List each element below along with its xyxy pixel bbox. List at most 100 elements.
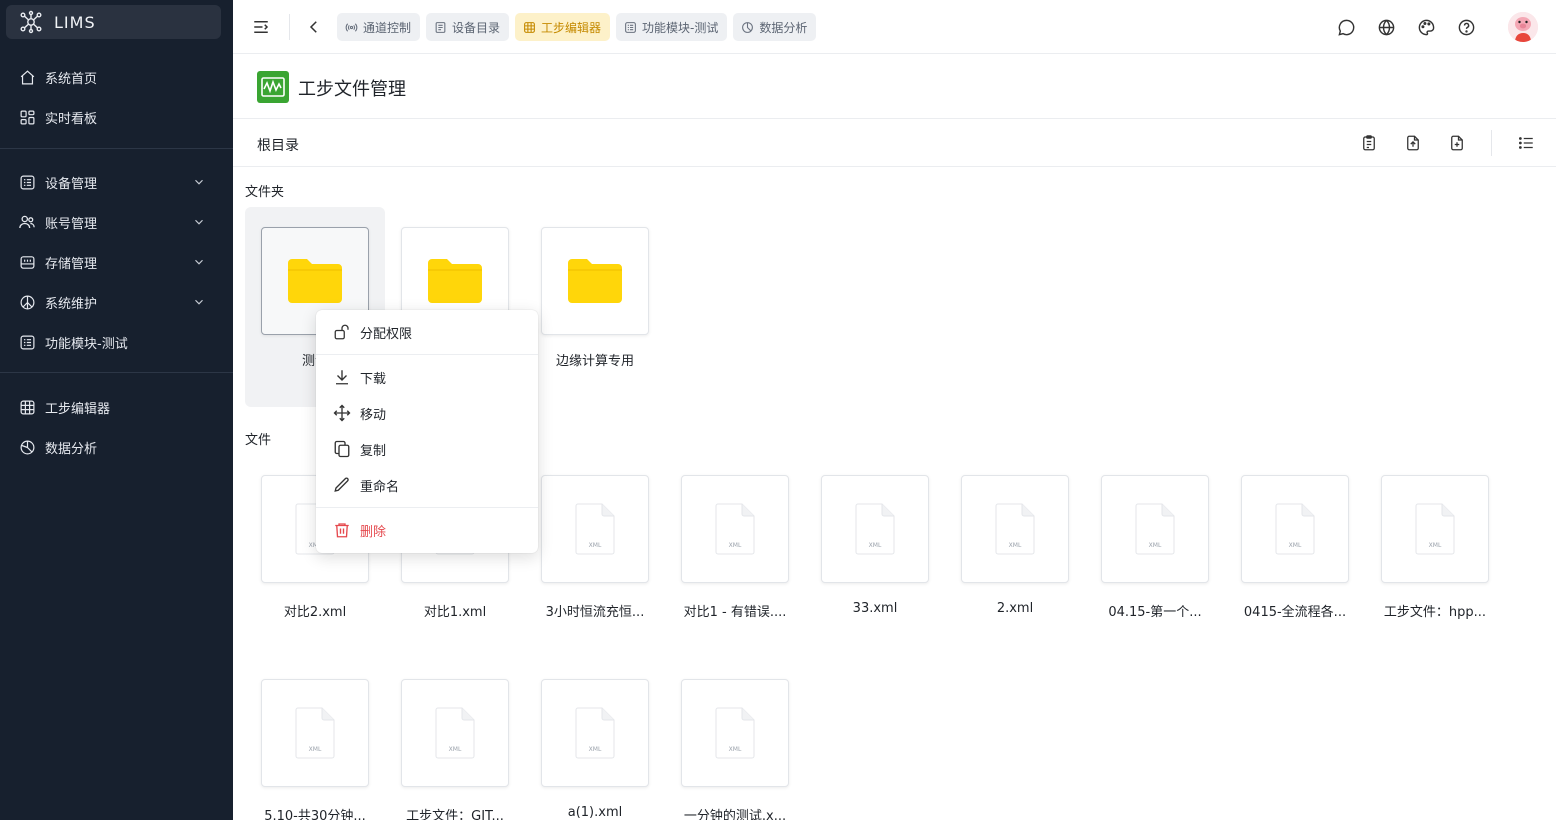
toolbar-divider [1491,130,1492,156]
file-item[interactable]: XML 0415-全流程各... [1225,475,1365,635]
sidebar-item-dashboard[interactable]: 实时看板 [0,97,233,137]
xml-file-icon: XML [1134,503,1176,555]
file-type-label: XML [588,746,602,753]
message-icon[interactable] [1335,16,1357,38]
folders-section-label: 文件夹 [245,185,285,200]
module-icon [624,21,637,34]
file-item[interactable]: XML 工步文件：GIT... [385,679,525,820]
file-item[interactable]: XML 33.xml [805,475,945,635]
chevron-down-icon [195,259,203,265]
file-type-label: XML [1148,542,1162,549]
file-thumbnail: XML [541,475,649,583]
globe-icon[interactable] [1375,16,1397,38]
upload-file-icon[interactable] [1402,132,1424,154]
sidebar-item-data-analysis[interactable]: 数据分析 [0,427,233,467]
file-name: 2.xml [996,601,1034,616]
sidebar-item-account-management[interactable]: 账号管理 [0,202,233,242]
tab-label: 功能模块-测试 [642,20,719,35]
top-bar: 通道控制 设备目录 工步编辑器 功能模块-测试 数据分析 [233,0,1556,54]
sidebar-item-system-maintenance[interactable]: 系统维护 [0,282,233,322]
pie-chart-icon [741,21,754,34]
toolbar-divider [289,14,290,40]
file-thumbnail: XML [681,475,789,583]
tab-label: 设备目录 [452,20,501,35]
sidebar-divider [0,372,233,373]
signal-icon [345,21,358,34]
maintenance-icon [18,293,36,311]
tab-channel-control[interactable]: 通道控制 [337,13,421,41]
file-item[interactable]: XML 工步文件：hpp... [1365,475,1505,635]
sidebar-item-module-test[interactable]: 功能模块-测试 [0,322,233,362]
page-title: 工步文件管理 [298,79,406,100]
sidebar-item-storage-management[interactable]: 存储管理 [0,242,233,282]
collapse-menu-icon[interactable] [250,16,272,38]
clipboard-icon[interactable] [1358,132,1380,154]
grid-icon [18,398,36,416]
file-item[interactable]: XML 5.10-共30分钟... [245,679,385,820]
path-bar: 根目录 [233,120,1556,167]
file-type-label: XML [868,542,882,549]
tab-step-editor[interactable]: 工步编辑器 [515,13,611,41]
sidebar-item-home[interactable]: 系统首页 [0,57,233,97]
folder-icon [568,259,622,303]
avatar[interactable] [1508,12,1538,42]
page-header: 工步文件管理 [233,55,1556,119]
menu-item-download[interactable]: 下载 [316,360,538,394]
xml-file-icon: XML [714,707,756,759]
module-icon [18,333,36,351]
menu-item-copy[interactable]: 复制 [316,432,538,466]
menu-item-label: 重命名 [360,479,400,495]
file-type-label: XML [588,542,602,549]
new-file-icon[interactable] [1446,132,1468,154]
chevron-down-icon [195,299,203,305]
file-name: 对比1 - 有错误.... [683,605,787,620]
breadcrumb[interactable]: 根目录 [257,135,299,155]
file-name: 工步文件：hpp... [1383,605,1487,620]
file-item[interactable]: XML 3小时恒流充恒... [525,475,665,635]
file-type-label: XML [308,746,322,753]
folder-item[interactable]: 边缘计算专用 [525,207,665,407]
users-icon [18,213,36,231]
list-view-icon[interactable] [1515,132,1537,154]
sidebar-item-device-management[interactable]: 设备管理 [0,162,233,202]
file-item[interactable]: XML a(1).xml [525,679,665,820]
device-icon [18,173,36,191]
lims-logo-icon [18,9,44,35]
back-icon[interactable] [303,16,325,38]
file-item[interactable]: XML 2.xml [945,475,1085,635]
file-thumbnail: XML [681,679,789,787]
file-item[interactable]: XML 一分钟的测试.x... [665,679,805,820]
sidebar-item-label: 工步编辑器 [45,401,111,417]
menu-item-delete[interactable]: 删除 [316,513,538,547]
menu-item-rename[interactable]: 重命名 [316,468,538,502]
menu-item-move[interactable]: 移动 [316,396,538,430]
xml-file-icon: XML [994,503,1036,555]
chevron-down-icon [195,179,203,185]
tab-data-analysis[interactable]: 数据分析 [733,13,817,41]
file-type-label: XML [728,746,742,753]
file-item[interactable]: XML 04.15-第一个... [1085,475,1225,635]
tab-device-directory[interactable]: 设备目录 [426,13,510,41]
permission-icon [332,322,352,342]
sidebar-item-label: 设备管理 [45,176,98,192]
palette-icon[interactable] [1415,16,1437,38]
menu-divider [316,507,538,508]
folder-icon [428,259,482,303]
help-icon[interactable] [1455,16,1477,38]
sidebar-item-label: 数据分析 [45,441,98,457]
brand[interactable]: LIMS [6,5,221,39]
file-name: 工步文件：GIT... [406,809,504,820]
menu-item-label: 删除 [360,524,387,540]
home-icon [18,68,36,86]
tab-module-test[interactable]: 功能模块-测试 [616,13,728,41]
xml-file-icon: XML [1414,503,1456,555]
xml-file-icon: XML [574,707,616,759]
rename-icon [332,475,352,495]
file-type-label: XML [1008,542,1022,549]
file-thumbnail: XML [1241,475,1349,583]
xml-file-icon: XML [574,503,616,555]
menu-item-assign-permission[interactable]: 分配权限 [316,315,538,349]
file-item[interactable]: XML 对比1 - 有错误.... [665,475,805,635]
sidebar-item-step-editor[interactable]: 工步编辑器 [0,387,233,427]
file-name: 对比1.xml [423,605,487,620]
